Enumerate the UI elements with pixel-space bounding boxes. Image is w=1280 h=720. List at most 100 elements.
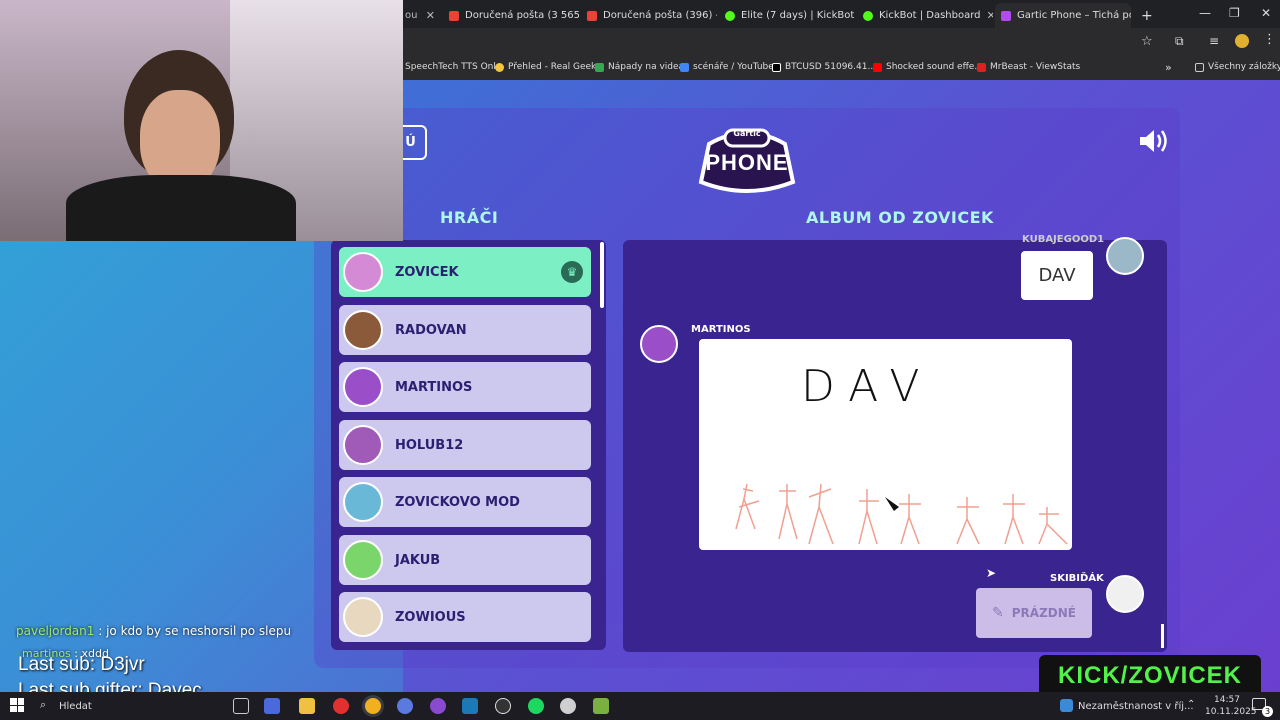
speaker-icon[interactable] (1138, 128, 1170, 154)
profile-avatar[interactable] (1235, 34, 1249, 48)
bookmark-real-geek[interactable]: Přehled - Real Geek... (495, 56, 605, 78)
player-row[interactable]: JAKUB (339, 535, 591, 585)
news-ticker[interactable]: Nezaměstnanost v říj... (1078, 701, 1194, 712)
close-icon[interactable]: ✕ (426, 9, 435, 22)
player-row[interactable]: ZOVICEK ♛ (339, 247, 591, 297)
tab-label: Gartic Phone – Tichá poš (1017, 10, 1131, 21)
cursor-brush-icon (885, 497, 899, 511)
author-avatar (1106, 575, 1144, 613)
player-row[interactable]: ZOWIOUS (339, 592, 591, 642)
task-view-icon[interactable] (233, 698, 249, 714)
last-sub: Last sub: D3jvr (18, 654, 145, 675)
crown-icon: ♛ (561, 261, 583, 283)
star-icon[interactable]: ☆ (1141, 34, 1153, 49)
chat-message: paveljordan1 : jo kdo by se neshorsil po… (16, 624, 292, 638)
logo-top-text: Gartic (733, 129, 761, 138)
bookmark-label: Shocked sound effe... (886, 62, 983, 72)
empty-label: PRÁZDNÉ (1011, 606, 1076, 620)
tab-kickbot-elite[interactable]: Elite (7 days) | KickBot✕ (719, 3, 855, 28)
bookmark-speechtech[interactable]: SpeechTech TTS Onl... (405, 56, 504, 78)
author-avatar (640, 325, 678, 363)
app-icon[interactable] (593, 698, 609, 714)
search-icon[interactable]: ⌕ (40, 698, 46, 712)
browser-chrome: ou✕ Doručená pošta (3 565) -✕ Doručená p… (403, 0, 1280, 80)
chat-text: jo kdo by se neshorsil po slepu (106, 624, 292, 638)
gmail-icon (449, 10, 459, 21)
bookmarks-overflow-icon[interactable]: » (1165, 56, 1172, 78)
more-icon[interactable]: ⋮ (1263, 32, 1276, 47)
tab-gmail-1[interactable]: Doručená pošta (3 565) -✕ (443, 3, 579, 28)
logo-main-text: PHONE (705, 150, 789, 175)
bookmark-label: MrBeast - ViewStats (990, 62, 1081, 72)
app-icon[interactable] (397, 698, 413, 714)
toolbar: ☆ ⧉ ≡ ⋮ (403, 28, 1280, 56)
all-bookmarks[interactable]: Všechny záložky (1195, 56, 1280, 78)
player-avatar (343, 252, 383, 292)
close-window-icon[interactable]: ✕ (1261, 6, 1271, 20)
bookmark-napady[interactable]: Nápady na videa (595, 56, 684, 78)
player-row[interactable]: ZOVICKOVO MOD (339, 477, 591, 527)
news-icon (1060, 699, 1073, 712)
player-name: HOLUB12 (395, 437, 464, 453)
app-icon[interactable] (430, 698, 446, 714)
minimize-icon[interactable]: — (1199, 6, 1211, 20)
webcam-person-body (66, 175, 296, 241)
players-title: HRÁČI (440, 208, 499, 227)
tab-gartic-phone[interactable]: Gartic Phone – Tichá poš✕ (995, 3, 1131, 28)
bookmark-mrbeast[interactable]: MrBeast - ViewStats (977, 56, 1080, 78)
drawing-author-name: MARTINOS (691, 324, 751, 335)
taskbar-search[interactable]: Hledat (59, 701, 92, 712)
top-text-bubble: DAV (1021, 251, 1093, 300)
chevron-up-icon[interactable]: ⌃ (1187, 699, 1195, 710)
player-row[interactable]: HOLUB12 (339, 420, 591, 470)
players-list: ZOVICEK ♛ RADOVAN MARTINOS HOLUB12 ZOVIC… (331, 240, 606, 650)
players-scrollbar[interactable] (600, 242, 604, 308)
bookmark-scenare[interactable]: scénáře / YouTube (680, 56, 774, 78)
bookmark-label: BTCUSD 51096.41... (785, 62, 877, 72)
file-explorer-icon[interactable] (299, 698, 315, 714)
player-row[interactable]: MARTINOS (339, 362, 591, 412)
bookmark-label: scénáře / YouTube (693, 62, 774, 72)
spotify-icon[interactable] (528, 698, 544, 714)
stick-figures-drawing (735, 483, 1068, 545)
app-icon[interactable] (495, 698, 511, 714)
player-name: RADOVAN (395, 322, 467, 338)
app-icon[interactable] (462, 698, 478, 714)
bookmark-label: Přehled - Real Geek... (508, 62, 605, 72)
bookmark-icon (495, 62, 504, 72)
extensions-icon[interactable]: ⧉ (1175, 34, 1184, 49)
author-avatar (1106, 237, 1144, 275)
bookmark-btcusd[interactable]: BTCUSD 51096.41... (772, 56, 876, 78)
tab-partial[interactable]: ou ✕ (399, 3, 441, 28)
album-scrollbar[interactable] (1161, 624, 1164, 648)
all-bookmarks-label: Všechny záložky (1208, 62, 1280, 72)
tab-gmail-2[interactable]: Doručená pošta (396) - z✕ (581, 3, 717, 28)
menu-icon[interactable]: ≡ (1209, 34, 1219, 48)
clock-date: 10.11.2025 (1205, 707, 1257, 717)
bookmark-label: SpeechTech TTS Onl... (405, 62, 505, 72)
new-tab-button[interactable]: + (1135, 3, 1155, 28)
chrome-icon[interactable] (365, 698, 381, 714)
tab-strip: ou✕ Doručená pošta (3 565) -✕ Doručená p… (403, 0, 1280, 28)
player-name: MARTINOS (395, 379, 473, 395)
pencil-icon: ✎ (992, 605, 1004, 621)
tradingview-icon (772, 62, 781, 72)
tab-label: Elite (7 days) | KickBot (741, 10, 855, 21)
app-icon[interactable] (333, 698, 349, 714)
app-icon[interactable] (560, 698, 576, 714)
last-author-name: SKIBIĎÁK (1050, 573, 1104, 584)
windows-start-icon[interactable] (10, 698, 24, 712)
player-avatar (343, 597, 383, 637)
player-avatar (343, 367, 383, 407)
bookmark-shocked[interactable]: Shocked sound effe... (873, 56, 983, 78)
taskbar: ⌕ Hledat Nezaměstnanost v říj... ⌃ 14:57… (0, 692, 1280, 720)
player-name: ZOVICKOVO MOD (395, 494, 520, 510)
notification-count: 3 (1262, 706, 1273, 717)
tab-kickbot-dashboard[interactable]: KickBot | Dashboard ✕ (857, 3, 993, 28)
kickbot-icon (863, 10, 873, 21)
close-icon[interactable]: ✕ (987, 9, 993, 22)
player-row[interactable]: RADOVAN (339, 305, 591, 355)
app-icon[interactable] (264, 698, 280, 714)
screen: ou✕ Doručená pošta (3 565) -✕ Doručená p… (0, 0, 1280, 720)
restore-icon[interactable]: ❐ (1229, 6, 1240, 20)
